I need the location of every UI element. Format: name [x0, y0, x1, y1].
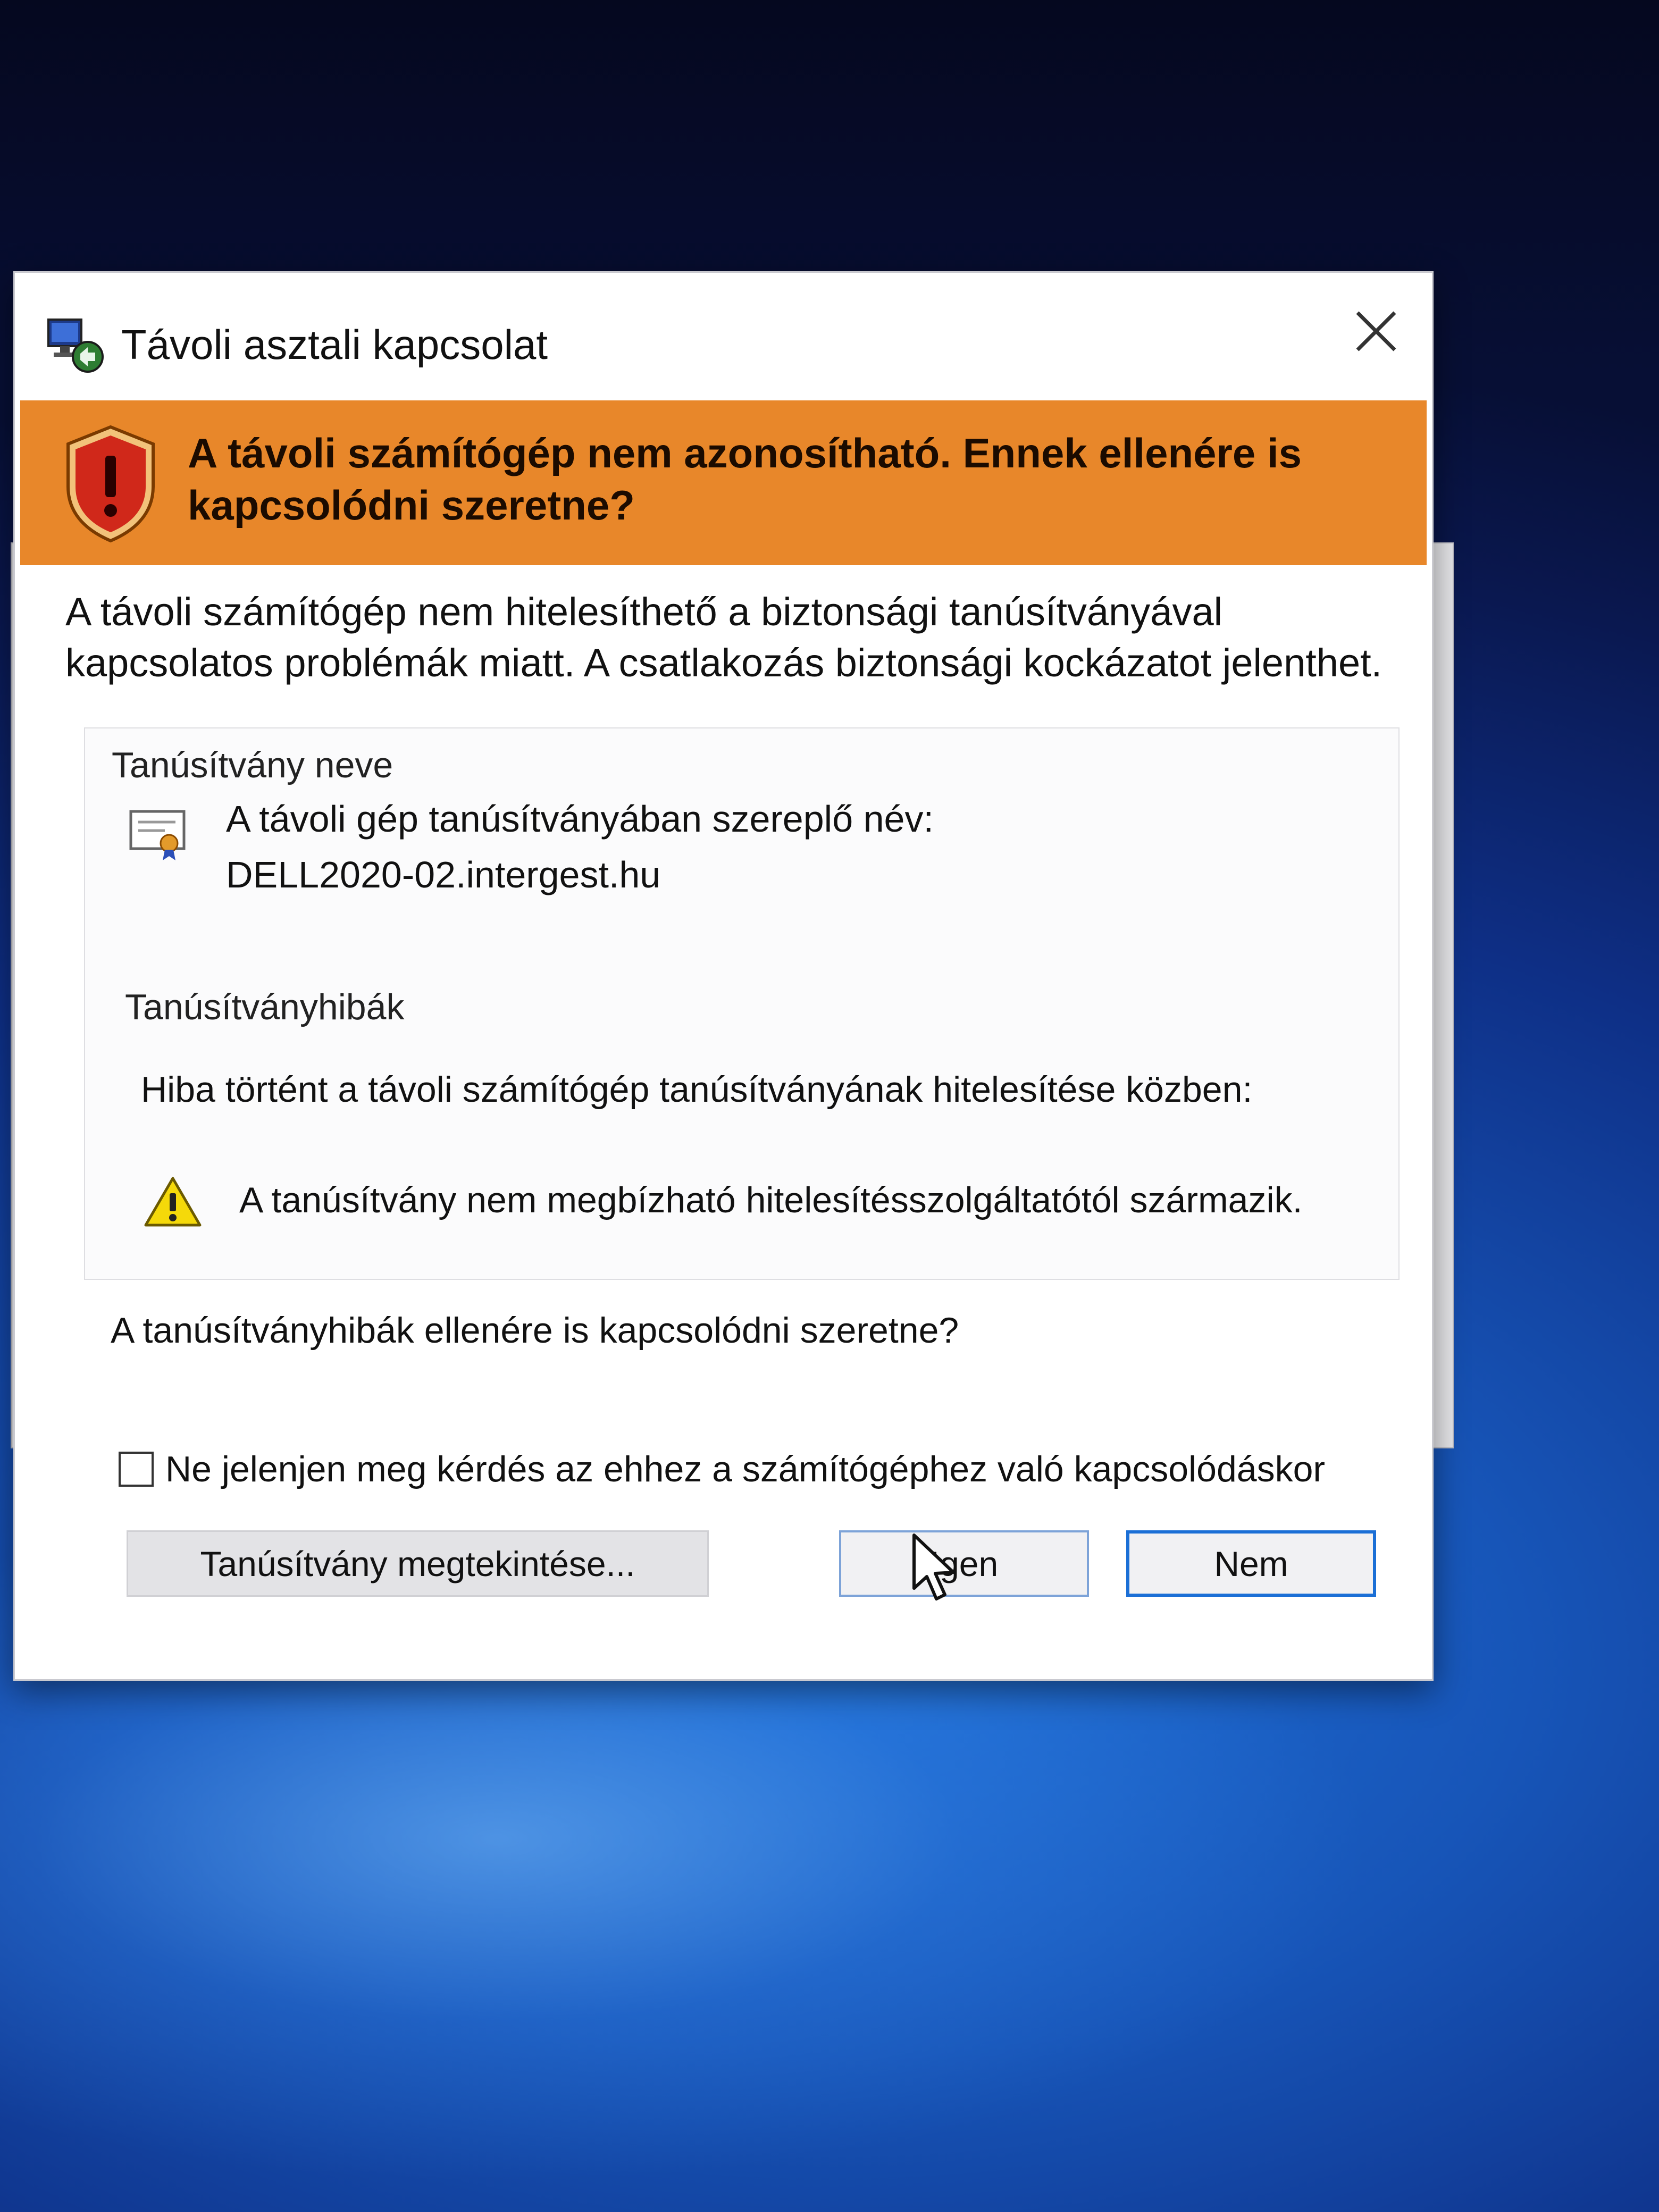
certificate-errors-heading: Tanúsítványhibák [125, 987, 405, 1027]
intro-text: A távoli számítógép nem hitelesíthető a … [65, 590, 1382, 685]
dont-ask-again-label[interactable]: Ne jelenjen meg kérdés az ehhez a számít… [165, 1448, 1325, 1490]
no-button[interactable]: Nem [1126, 1530, 1376, 1597]
window-title: Távoli asztali kapcsolat [121, 321, 548, 368]
mouse-cursor-icon [912, 1534, 955, 1601]
connect-question: A tanúsítványhibák ellenére is kapcsolód… [111, 1310, 959, 1351]
close-icon [1356, 311, 1396, 351]
certificate-name-label: A távoli gép tanúsítványában szereplő né… [226, 798, 934, 840]
certificate-name-value: DELL2020-02.intergest.hu [226, 854, 661, 895]
close-button[interactable] [1334, 294, 1419, 368]
warning-banner: A távoli számítógép nem azonosítható. En… [20, 400, 1427, 565]
certificate-icon [129, 810, 186, 860]
dialog-content: A távoli számítógép nem hitelesíthető a … [15, 565, 1432, 1679]
certificate-name-heading: Tanúsítvány neve [112, 745, 393, 785]
yes-button[interactable]: Igen [839, 1530, 1089, 1597]
shield-warning-icon [66, 425, 155, 543]
certificate-error-item: A tanúsítvány nem megbízható hitelesítés… [239, 1180, 1303, 1220]
certificate-warning-dialog: Távoli asztali kapcsolat A távoli számít… [13, 271, 1434, 1681]
view-certificate-button[interactable]: Tanúsítvány megtekintése... [127, 1530, 709, 1597]
certificate-details-panel: Tanúsítvány neve A távoli gép tanúsítván… [84, 727, 1400, 1280]
title-bar[interactable]: Távoli asztali kapcsolat [15, 273, 1432, 400]
dont-ask-again-checkbox[interactable] [119, 1452, 154, 1487]
errors-intro: Hiba történt a távoli számítógép tanúsít… [141, 1069, 1253, 1110]
remote-desktop-icon [47, 319, 104, 373]
banner-message: A távoli számítógép nem azonosítható. En… [188, 430, 1302, 529]
warning-triangle-icon [144, 1177, 202, 1227]
dont-ask-again-option[interactable]: Ne jelenjen meg kérdés az ehhez a számít… [119, 1448, 1325, 1490]
